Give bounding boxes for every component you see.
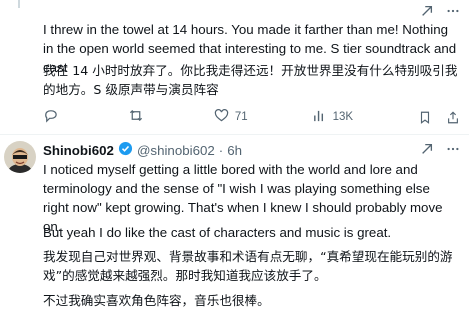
tweet-paragraph-2: But yeah I do like the cast of character… — [43, 225, 392, 240]
like-button[interactable]: 71 — [214, 108, 248, 126]
more-icon[interactable] — [445, 3, 461, 19]
like-icon — [214, 108, 229, 126]
tweet-paragraph-3-chinese: 我发现自己对世界观、背景故事和术语有点无聊，“真希望现在能玩别的游戏”的感觉越来… — [43, 249, 453, 283]
grok-icon[interactable] — [419, 141, 435, 157]
reply-button[interactable] — [43, 108, 64, 126]
reply-tweet[interactable]: I threw in the towel at 14 hours. You ma… — [0, 0, 469, 134]
reply-top-actions — [419, 3, 461, 19]
tweet-top-actions — [419, 141, 461, 157]
share-icon[interactable] — [445, 109, 461, 125]
views-icon — [312, 108, 327, 126]
avatar[interactable] — [4, 141, 36, 173]
tweet[interactable]: Shinobi602 @shinobi602 · 6h I noticed my… — [0, 135, 469, 315]
repost-button[interactable] — [128, 108, 150, 126]
views-button[interactable]: 13K — [312, 108, 353, 126]
timestamp[interactable]: 6h — [227, 143, 242, 158]
like-count: 71 — [234, 111, 248, 123]
bookmark-icon[interactable] — [417, 109, 433, 125]
user-handle[interactable]: @shinobi602 — [137, 143, 215, 158]
reply-text-chinese: 我在 14 小时时放弃了。你比我走得还远！开放世界里没有什么特别吸引我的地方。S… — [43, 63, 458, 97]
reply-icon — [43, 108, 58, 126]
thread-line — [18, 0, 20, 8]
more-icon[interactable] — [445, 141, 461, 157]
reply-extra-actions — [417, 109, 461, 125]
views-count: 13K — [332, 111, 354, 123]
display-name[interactable]: Shinobi602 — [43, 143, 114, 158]
tweet-paragraph-4-chinese: 不过我确实喜欢角色阵容，音乐也很棒。 — [43, 293, 270, 308]
grok-icon[interactable] — [419, 3, 435, 19]
repost-icon — [128, 108, 144, 126]
reply-action-bar: 71 13K — [43, 107, 461, 127]
verified-badge-icon — [118, 141, 133, 159]
separator-dot: · — [218, 142, 224, 158]
tweet-header: Shinobi602 @shinobi602 · 6h — [43, 141, 242, 159]
